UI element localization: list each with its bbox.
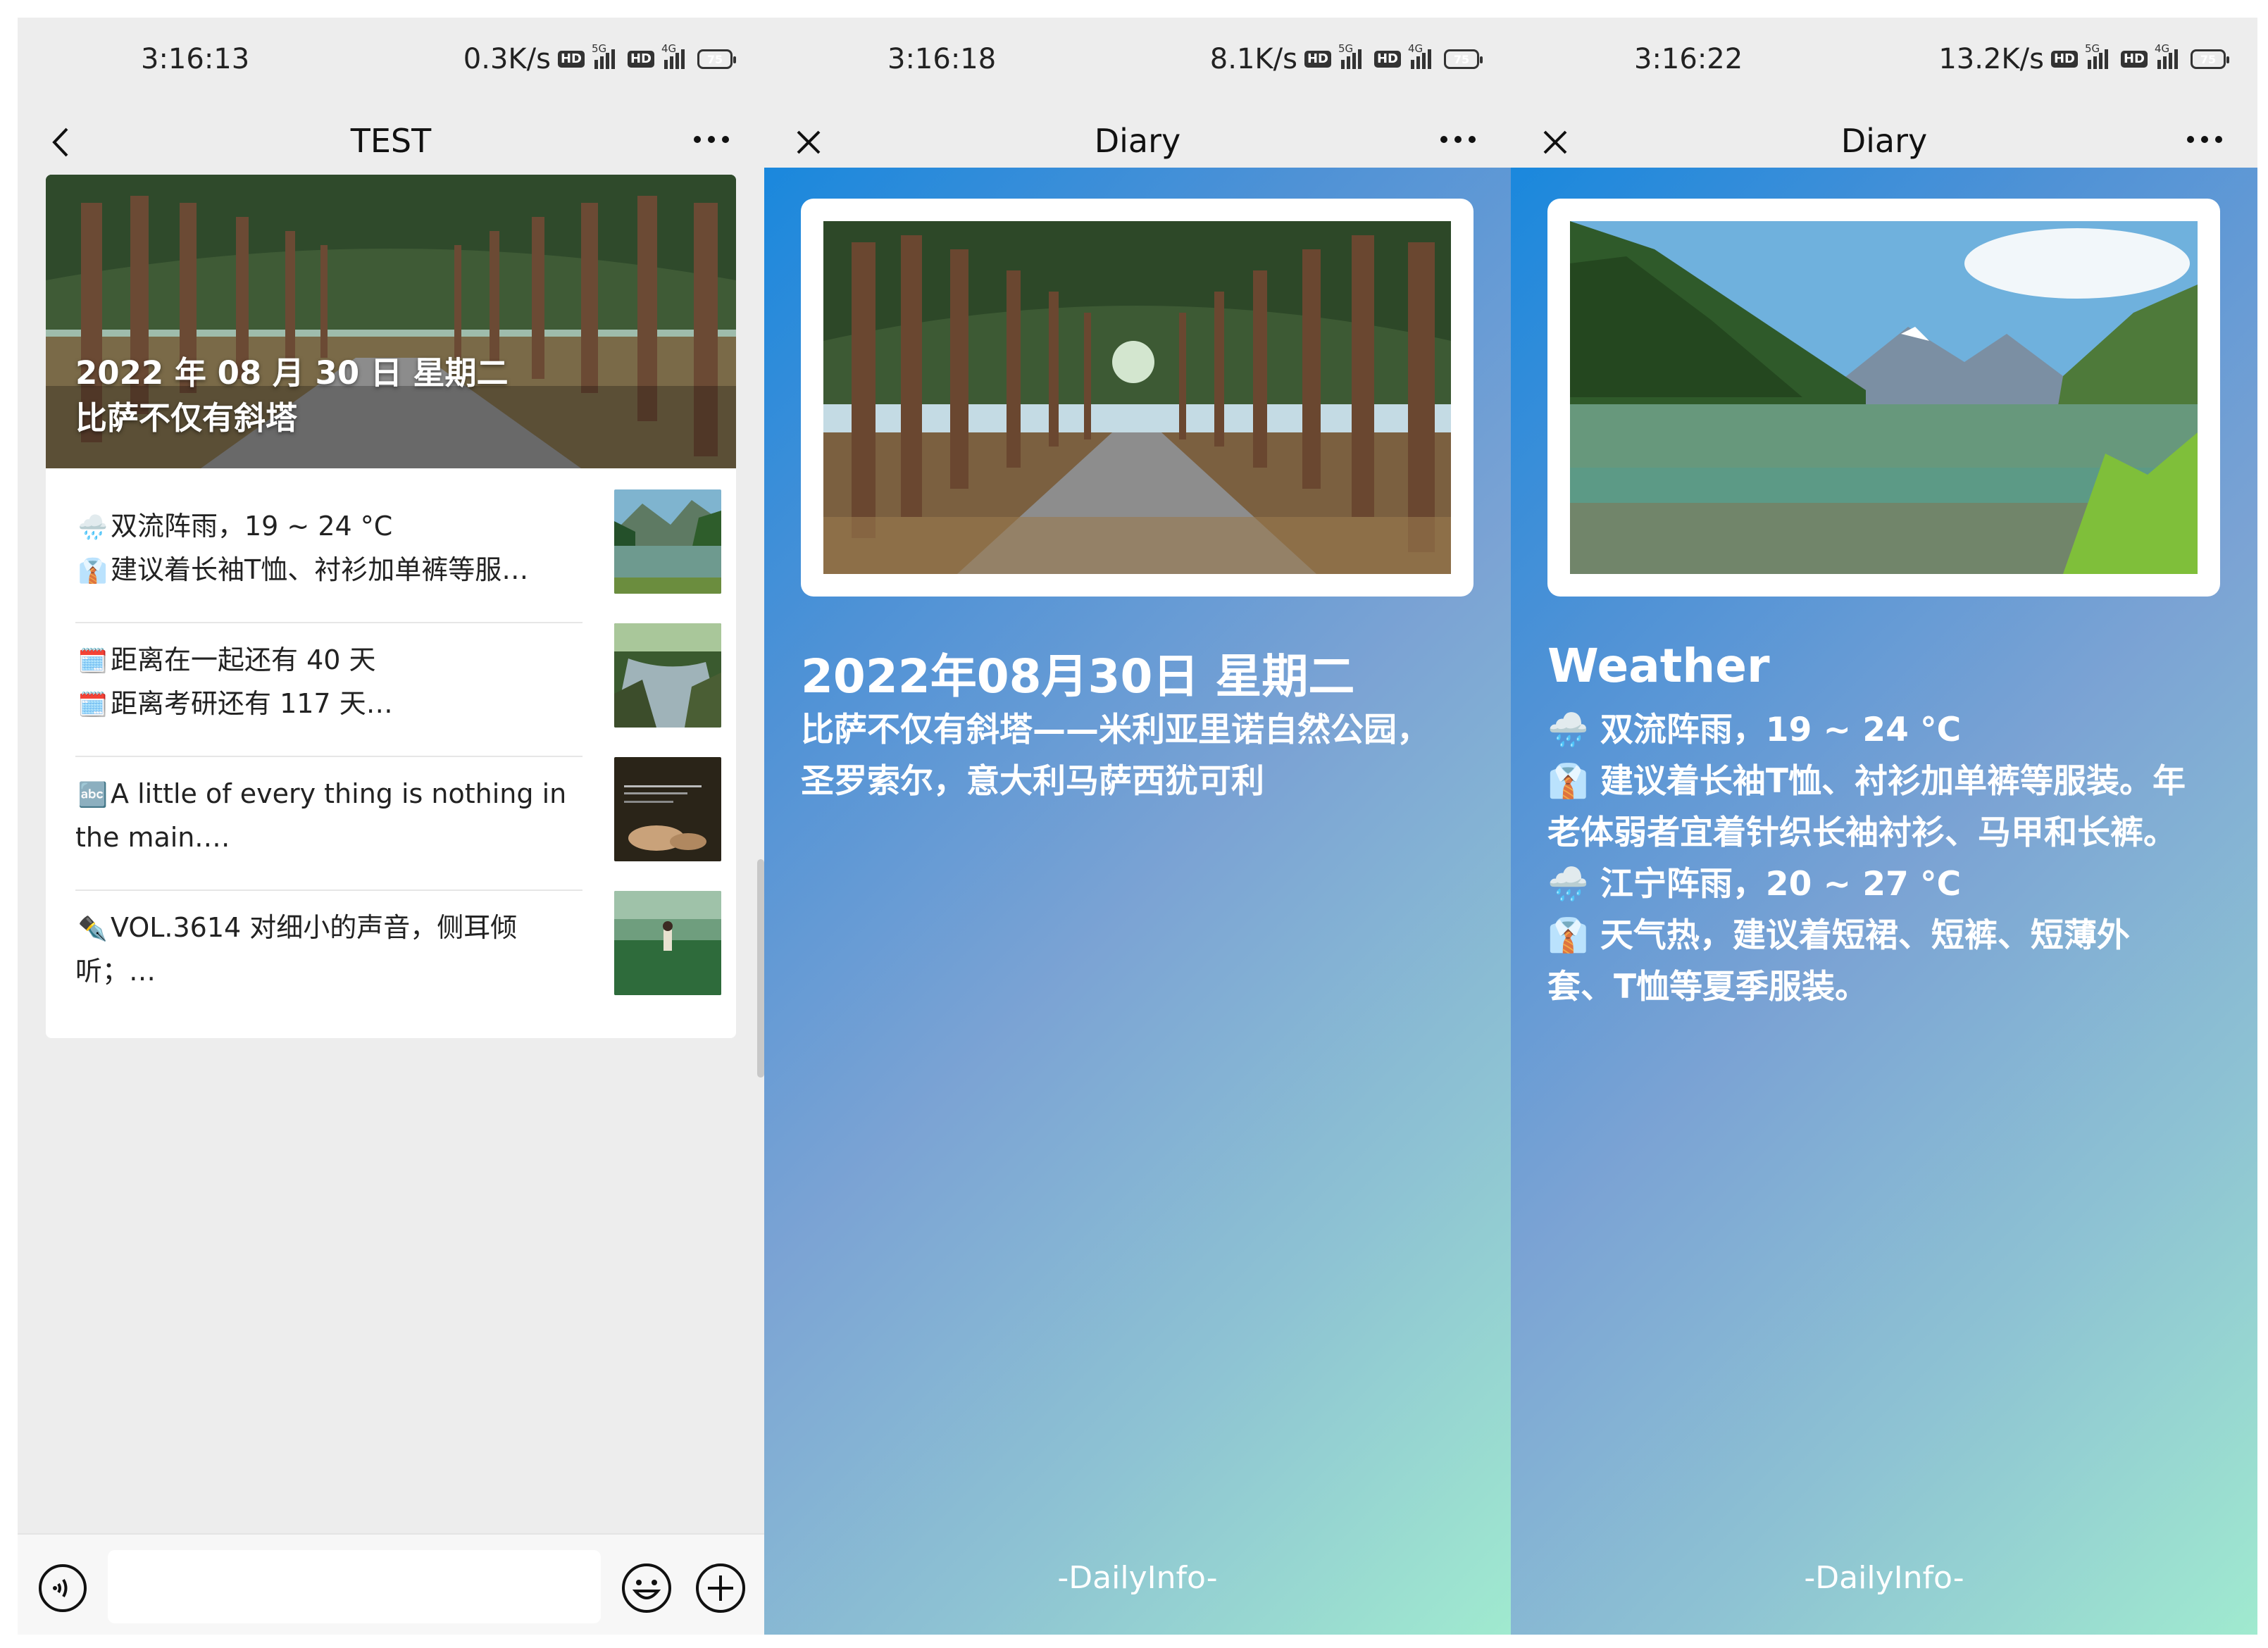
hd-icon: HD	[627, 51, 654, 68]
voice-icon[interactable]	[37, 1563, 88, 1613]
signal-4g-icon: 4G	[1408, 42, 1437, 69]
photo-frame	[801, 199, 1473, 597]
pen-icon: ✒️	[77, 915, 108, 943]
status-bar: 3:16:13 0.3K/s HD 5G HD 4G 75	[18, 18, 764, 94]
grass-field-thumbnail	[614, 891, 721, 995]
hd-icon: HD	[2050, 51, 2078, 68]
signal-4g-icon: 4G	[2155, 42, 2183, 69]
abc-icon: 🔤	[77, 781, 108, 809]
weather-body: 🌧️ 双流阵雨，19 ~ 24 °C 👔 建议着长袖T恤、衬衫加单裤等服装。年 …	[1547, 704, 2224, 1013]
status-icons: 0.3K/s HD 5G HD 4G 75	[463, 42, 736, 75]
battery-icon: 75	[697, 49, 736, 69]
nav-bar: Diary	[764, 94, 1511, 168]
weather-line: 老体弱者宜着针织长袖衬衫、马甲和长裤。	[1547, 813, 2176, 852]
tree-avenue-image	[823, 221, 1451, 574]
hd-icon: HD	[2120, 51, 2148, 68]
status-icons: 8.1K/s HD 5G HD 4G 75	[1209, 42, 1483, 75]
rain-cloud-icon: 🌧️	[77, 513, 108, 542]
status-time: 3:16:18	[887, 43, 997, 75]
signal-4g-icon: 4G	[661, 42, 690, 69]
weather-line: 🌧️ 江宁阵雨，20 ~ 27 °C	[1547, 865, 1962, 904]
weather-title: Weather	[1547, 639, 1770, 693]
chat-screen: 3:16:13 0.3K/s HD 5G HD 4G 75 TEST 2022 …	[18, 18, 764, 1635]
status-time: 3:16:13	[141, 43, 250, 75]
network-speed: 13.2K/s	[1938, 43, 2044, 75]
weather-line: 👔 天气热，建议着短裙、短裤、短薄外	[1547, 916, 2130, 955]
photo-frame	[1547, 199, 2220, 597]
diary-screen: 3:16:18 8.1K/s HD 5G HD 4G 75 Diary 2022…	[764, 18, 1511, 1635]
calendar-icon: 🗓️	[77, 647, 108, 675]
hd-icon: HD	[557, 51, 585, 68]
list-item[interactable]: 🔤 A little of every thing is nothing in t…	[75, 757, 722, 891]
diary-body: 比萨不仅有斜塔——米利亚里诺自然公园， 圣罗索尔，意大利马萨西犹可利	[801, 711, 1430, 801]
scrollbar[interactable]	[757, 859, 764, 1078]
hd-icon: HD	[1373, 51, 1401, 68]
battery-icon: 75	[2191, 49, 2229, 69]
diary-date-title: 2022年08月30日 星期二	[801, 649, 1355, 704]
page-title: Diary	[1094, 122, 1181, 160]
weather-line: 🌧️ 双流阵雨，19 ~ 24 °C	[1547, 711, 1962, 749]
shirt-icon: 👔	[77, 557, 108, 585]
network-speed: 8.1K/s	[1209, 43, 1297, 75]
status-bar: 3:16:22 13.2K/s HD 5G HD 4G 75	[1511, 18, 2257, 94]
news-card[interactable]: 2022 年 08 月 30 日 星期二 比萨不仅有斜塔 🌧️ 双流阵雨，19 ~…	[46, 175, 736, 1038]
signal-5g-icon: 5G	[592, 42, 621, 69]
lake-thumbnail	[614, 489, 721, 594]
nav-bar: TEST	[18, 94, 764, 185]
more-options-icon[interactable]	[2187, 136, 2222, 143]
emoji-icon[interactable]	[620, 1561, 673, 1615]
more-options-icon[interactable]	[1440, 136, 1476, 143]
status-time: 3:16:22	[1634, 43, 1743, 75]
calendar-icon: 🗓️	[77, 691, 108, 719]
footer-brand: -DailyInfo-	[1057, 1560, 1218, 1596]
waterfall-thumbnail	[614, 623, 721, 728]
weather-screen: 3:16:22 13.2K/s HD 5G HD 4G 75 Diary Wea…	[1511, 18, 2257, 1635]
quote-thumbnail	[614, 757, 721, 861]
nav-bar: Diary	[1511, 94, 2257, 168]
chat-input-bar	[18, 1533, 764, 1635]
hero-image[interactable]: 2022 年 08 月 30 日 星期二 比萨不仅有斜塔	[46, 175, 736, 468]
list-item[interactable]: 🗓️ 距离在一起还有 40 天 🗓️ 距离考研还有 117 天…	[75, 623, 722, 757]
battery-icon: 75	[1444, 49, 1483, 69]
network-speed: 0.3K/s	[463, 43, 551, 75]
hd-icon: HD	[1304, 51, 1331, 68]
hero-caption: 2022 年 08 月 30 日 星期二 比萨不仅有斜塔	[75, 354, 509, 437]
weather-line: 套、T恤等夏季服装。	[1547, 968, 1869, 1006]
page-title: Diary	[1840, 122, 1928, 160]
status-icons: 13.2K/s HD 5G HD 4G 75	[1938, 42, 2229, 75]
page-title: TEST	[350, 122, 432, 160]
signal-5g-icon: 5G	[2085, 42, 2114, 69]
signal-5g-icon: 5G	[1338, 42, 1367, 69]
status-bar: 3:16:18 8.1K/s HD 5G HD 4G 75	[764, 18, 1511, 94]
more-options-icon[interactable]	[694, 136, 729, 143]
list-item[interactable]: 🌧️ 双流阵雨，19 ~ 24 °C 👔 建议着长袖T恤、衬衫加单裤等服…	[75, 489, 722, 623]
list-item[interactable]: ✒️ VOL.3614 对细小的声音，侧耳倾 听；…	[75, 891, 722, 1025]
message-input[interactable]	[108, 1550, 601, 1623]
plus-icon[interactable]	[694, 1561, 747, 1615]
footer-brand: -DailyInfo-	[1804, 1560, 1964, 1596]
weather-line: 👔 建议着长袖T恤、衬衫加单裤等服装。年	[1547, 762, 2186, 801]
mountain-lake-image	[1570, 221, 2198, 574]
